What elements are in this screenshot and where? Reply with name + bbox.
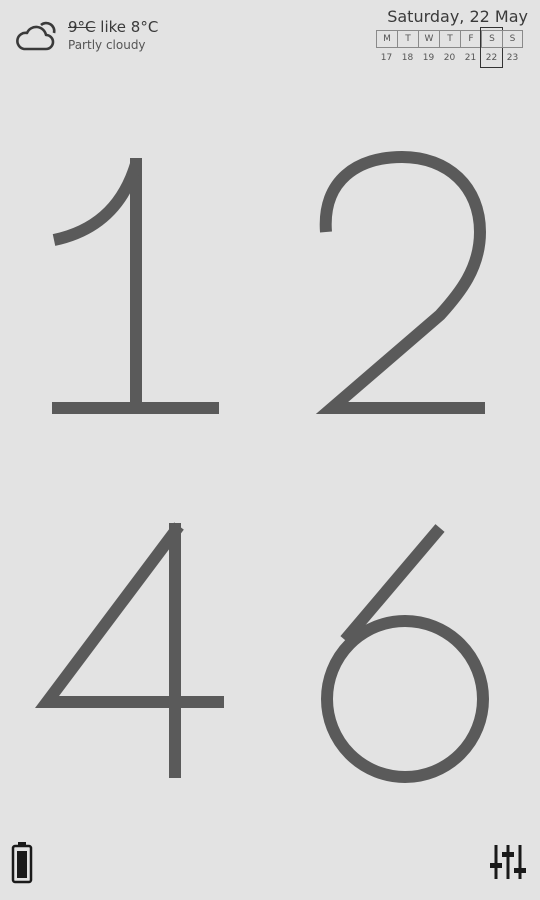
settings-sliders-icon[interactable] bbox=[488, 843, 528, 881]
minute-tens-digit bbox=[35, 522, 224, 778]
hour-ones-digit bbox=[315, 150, 487, 414]
minute-ones-digit bbox=[321, 524, 489, 783]
clock-display bbox=[35, 150, 489, 783]
battery-icon bbox=[11, 842, 33, 884]
hour-tens-digit bbox=[52, 158, 219, 414]
